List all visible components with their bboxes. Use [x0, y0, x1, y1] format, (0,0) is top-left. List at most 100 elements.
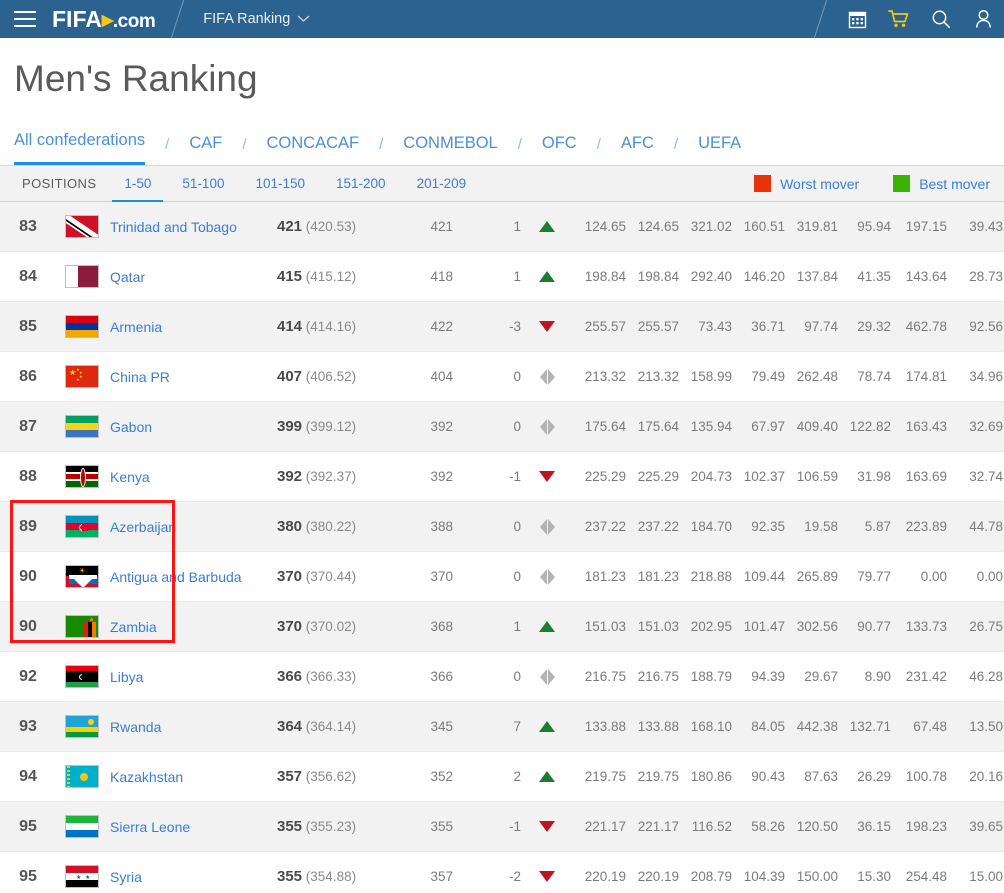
confederation-tab-all-confederations[interactable]: All confederations [14, 131, 146, 165]
search-icon[interactable] [920, 0, 962, 38]
table-row[interactable]: 88 Kenya 392 (392.37) 392 -1 225.29 225.29 204.… [0, 452, 1004, 502]
rank-change-value: 0 [513, 519, 521, 534]
points-exact-value: (399.12) [305, 419, 357, 434]
points-value: 392 [277, 468, 303, 485]
stat-value-6: 132.71 [849, 719, 891, 734]
legend-worst-mover[interactable]: Worst mover [754, 175, 859, 192]
rank-change-value: 0 [513, 419, 521, 434]
stat-value-2: 133.88 [637, 719, 679, 734]
team-name-link[interactable]: China PR [108, 369, 273, 385]
trend-up-icon [539, 771, 555, 782]
calendar-icon[interactable] [836, 0, 878, 38]
team-name-link[interactable]: Armenia [108, 319, 273, 335]
rank-position: 84 [19, 267, 37, 285]
stat-value-1: 151.03 [584, 619, 626, 634]
table-row[interactable]: 90 ☀ Antigua and Barbuda 370 (370.44) 370 0 18… [0, 552, 1004, 602]
confederation-tab-concacaf[interactable]: CONCACAF [267, 134, 360, 165]
rank-position: 88 [19, 467, 37, 485]
stat-value-6: 79.77 [857, 569, 891, 584]
team-name-link[interactable]: Zambia [108, 619, 273, 635]
stat-value-5: 87.63 [804, 769, 838, 784]
rank-position: 95 [19, 817, 37, 835]
team-name-link[interactable]: Syria [108, 869, 273, 885]
team-name-link[interactable]: Kazakhstan [108, 769, 273, 785]
confederation-tab-uefa[interactable]: UEFA [698, 134, 741, 165]
team-name-link[interactable]: Antigua and Barbuda [108, 569, 273, 585]
stat-value-6: 8.90 [864, 669, 891, 684]
position-tab-101-150[interactable]: 101-150 [255, 166, 305, 202]
confederation-tab-caf[interactable]: CAF [189, 134, 222, 165]
points-value: 415 [277, 268, 303, 285]
table-row[interactable]: 84 Qatar 415 (415.12) 418 1 198.84 198.84 292.4… [0, 252, 1004, 302]
ranking-table-wrapper: 83 Trinidad and Tobago 421 (420.53) 421 1 124… [0, 202, 1004, 893]
trend-indicator [521, 418, 573, 435]
table-row[interactable]: 90 ▲ Zambia 370 (370.02) 368 1 151.03 151.03 202… [0, 602, 1004, 652]
table-row[interactable]: 94 Kazakhstan 357 (356.62) 352 2 219.75 219.75… [0, 752, 1004, 802]
section-label: FIFA Ranking [203, 11, 291, 27]
user-icon[interactable] [962, 0, 1004, 38]
stat-value-4: 90.43 [751, 769, 785, 784]
table-row[interactable]: 87 Gabon 399 (399.12) 392 0 175.64 175.64 135.9… [0, 402, 1004, 452]
position-tab-151-200[interactable]: 151-200 [336, 166, 386, 202]
trend-same-icon [539, 368, 555, 385]
points-value: 399 [277, 418, 303, 435]
table-row[interactable]: 95 Sierra Leone 355 (355.23) 355 -1 221.17 221… [0, 802, 1004, 852]
trend-up-icon [539, 271, 555, 282]
country-flag-cell [56, 765, 108, 788]
confederation-tab-afc[interactable]: AFC [621, 134, 654, 165]
fifa-logo[interactable]: FIFA ▸ .com [52, 6, 156, 33]
points-cell: 357 (356.62) [273, 768, 393, 785]
previous-points: 422 [430, 319, 453, 334]
stat-value-8: 0.00 [976, 569, 1003, 584]
stat-value-1: 175.64 [584, 419, 626, 434]
logo-com-text: .com [112, 10, 156, 32]
team-name-link[interactable]: Kenya [108, 469, 273, 485]
team-name-link[interactable]: Sierra Leone [108, 819, 273, 835]
team-name-link[interactable]: Qatar [108, 269, 273, 285]
stat-value-5: 319.81 [796, 219, 838, 234]
stat-value-4: 58.26 [751, 819, 785, 834]
stat-value-4: 92.35 [751, 519, 785, 534]
position-tab-51-100[interactable]: 51-100 [182, 166, 224, 202]
legend-color-swatch [754, 175, 772, 192]
positions-label: POSITIONS [22, 176, 97, 191]
legend-color-swatch [893, 175, 911, 192]
team-name-link[interactable]: Trinidad and Tobago [108, 219, 273, 235]
table-row[interactable]: 89 Azerbaijan 380 (380.22) 388 0 237.22 237.22… [0, 502, 1004, 552]
table-row[interactable]: 86 ★ ★ ★ ★ ★ China PR 407 (406.52) 404 0 213.32 213… [0, 352, 1004, 402]
position-tab-1-50[interactable]: 1-50 [112, 166, 164, 203]
country-flag-cell [56, 215, 108, 238]
flag-rwanda-icon [65, 715, 99, 738]
stat-value-7: 100.78 [905, 769, 947, 784]
stat-value-3: 73.43 [698, 319, 732, 334]
team-name-link[interactable]: Gabon [108, 419, 273, 435]
stat-value-7: 163.69 [905, 469, 947, 484]
stat-value-1: 225.29 [584, 469, 626, 484]
team-name-link[interactable]: Rwanda [108, 719, 273, 735]
legend-best-mover[interactable]: Best mover [893, 175, 990, 192]
hamburger-menu-icon[interactable] [14, 11, 36, 27]
cart-icon[interactable] [878, 0, 920, 38]
country-flag-cell [56, 415, 108, 438]
points-value: 407 [277, 368, 303, 385]
stat-value-7: 133.73 [905, 619, 947, 634]
stat-value-5: 19.58 [804, 519, 838, 534]
table-row[interactable]: 85 Armenia 414 (414.16) 422 -3 255.57 255.57 73… [0, 302, 1004, 352]
confederation-tab-conmebol[interactable]: CONMEBOL [403, 134, 497, 165]
section-dropdown[interactable]: FIFA Ranking [203, 11, 310, 27]
confederation-tab-ofc[interactable]: OFC [542, 134, 577, 165]
stat-value-5: 302.56 [796, 619, 838, 634]
stat-value-1: 124.65 [584, 219, 626, 234]
table-row[interactable]: 83 Trinidad and Tobago 421 (420.53) 421 1 124… [0, 202, 1004, 252]
table-row[interactable]: 95 ★ ★ Syria 355 (354.88) 357 -2 220.19 220.19 20… [0, 852, 1004, 893]
points-exact-value: (392.37) [305, 469, 357, 484]
position-tab-201-209[interactable]: 201-209 [417, 166, 467, 202]
table-row[interactable]: 93 Rwanda 364 (364.14) 345 7 133.88 133.88 168.… [0, 702, 1004, 752]
points-value: 370 [277, 568, 303, 585]
points-value: 364 [277, 718, 303, 735]
stat-value-4: 79.49 [751, 369, 785, 384]
team-name-link[interactable]: Libya [108, 669, 273, 685]
rank-position: 89 [19, 517, 37, 535]
team-name-link[interactable]: Azerbaijan [108, 519, 273, 535]
table-row[interactable]: 92 Libya 366 (366.33) 366 0 216.75 216.75 188.7… [0, 652, 1004, 702]
